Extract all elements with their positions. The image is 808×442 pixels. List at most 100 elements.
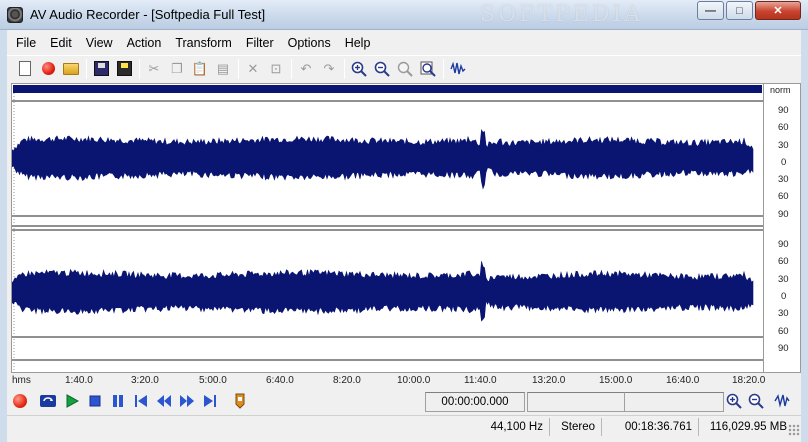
zoom-in-transport-button[interactable] [725, 392, 743, 410]
paste-mix-button[interactable]: ▤ [213, 59, 233, 79]
new-file-icon [19, 61, 31, 76]
zoom-full-icon [420, 61, 436, 77]
scale-label-ch1-6: 90 [778, 209, 789, 220]
go-to-start-button[interactable] [132, 392, 150, 410]
play-button[interactable] [63, 392, 81, 410]
cut-button[interactable]: ✂ [144, 59, 164, 79]
go-to-end-button[interactable] [201, 392, 219, 410]
client-area: File Edit View Action Transform Filter O… [7, 30, 801, 442]
effects-button[interactable] [448, 59, 468, 79]
new-file-button[interactable] [15, 59, 35, 79]
channels-status: Stereo [550, 418, 602, 436]
menu-view[interactable]: View [79, 34, 120, 52]
toolbar-separator [238, 58, 239, 79]
loop-icon [40, 395, 56, 407]
time-tick-label: 15:00.0 [599, 375, 633, 386]
fit-waveform-button[interactable] [773, 392, 791, 410]
time-unit-label: hms [12, 375, 31, 386]
scale-label-ch2-6: 90 [778, 343, 789, 354]
waveform-left-channel [12, 128, 754, 190]
rewind-button[interactable] [155, 392, 173, 410]
zoom-out-transport-button[interactable] [747, 392, 765, 410]
menu-filter[interactable]: Filter [239, 34, 281, 52]
time-tick-label: 16:40.0 [666, 375, 700, 386]
menu-help[interactable]: Help [338, 34, 378, 52]
save-button[interactable] [91, 59, 111, 79]
minimize-button[interactable]: — [697, 1, 724, 20]
waveform-panel[interactable] [11, 83, 764, 373]
softpedia-watermark: SOFTPEDIA [480, 2, 644, 27]
scale-label-ch2-3: 0 [781, 291, 787, 302]
time-tick-label: 5:00.0 [199, 375, 227, 386]
scale-label-ch1-4: 30 [778, 174, 789, 185]
record-button[interactable] [38, 59, 58, 79]
toolbar-separator [291, 58, 292, 79]
zoom-out-icon [374, 61, 390, 77]
menu-file[interactable]: File [9, 34, 43, 52]
fast-forward-button[interactable] [178, 392, 196, 410]
go-to-start-icon [135, 395, 147, 407]
scale-label-ch1-0: 90 [778, 105, 789, 116]
duration-status: 00:18:36.761 [602, 418, 699, 436]
delete-button[interactable]: ✕ [243, 59, 263, 79]
time-tick-label: 10:00.0 [397, 375, 431, 386]
record-icon [13, 394, 27, 408]
undo-icon: ↶ [300, 60, 312, 76]
toolbar: ✂ ❐ 📋 ▤ ✕ ⊡ ↶ ↷ [7, 55, 801, 81]
pause-button[interactable] [109, 392, 127, 410]
toolbar-separator [443, 58, 444, 79]
scale-label-ch1-2: 30 [778, 140, 789, 151]
scale-label-ch1-3: 0 [781, 157, 787, 168]
scale-norm-label: norm [770, 85, 791, 95]
waveform-svg[interactable] [12, 93, 763, 372]
zoom-full-button[interactable] [418, 59, 438, 79]
menu-edit[interactable]: Edit [43, 34, 79, 52]
amplitude-scale: norm 90 60 30 0 30 60 90 90 60 30 0 30 6… [764, 83, 801, 373]
redo-icon: ↷ [323, 60, 335, 76]
zoom-in-icon [726, 393, 742, 409]
zoom-in-button[interactable] [349, 59, 369, 79]
paste-button[interactable]: 📋 [190, 59, 210, 79]
menu-action[interactable]: Action [120, 34, 169, 52]
time-tick-label: 1:40.0 [65, 375, 93, 386]
app-icon[interactable] [7, 7, 23, 23]
scale-label-ch2-0: 90 [778, 239, 789, 250]
open-folder-icon [63, 62, 79, 75]
delete-icon: ✕ [247, 60, 259, 76]
maximize-button[interactable]: □ [726, 1, 753, 20]
paste-mix-icon: ▤ [216, 60, 230, 76]
overview-bar[interactable] [13, 85, 762, 93]
zoom-out-button[interactable] [372, 59, 392, 79]
copy-button[interactable]: ❐ [167, 59, 187, 79]
open-button[interactable] [61, 59, 81, 79]
zoom-selection-icon [397, 61, 413, 77]
zoom-in-icon [351, 61, 367, 77]
window-title: AV Audio Recorder - [Softpedia Full Test… [30, 7, 266, 22]
marker-button[interactable] [231, 392, 249, 410]
time-ruler[interactable]: hms 1:40.0 3:20.0 5:00.0 6:40.0 8:20.0 1… [7, 373, 801, 389]
scale-label-ch2-2: 30 [778, 274, 789, 285]
fast-forward-icon [180, 395, 194, 407]
save-as-button[interactable] [114, 59, 134, 79]
save-as-icon [116, 61, 132, 76]
resize-grip[interactable] [788, 424, 800, 436]
loop-button[interactable] [39, 392, 57, 410]
scale-label-ch1-1: 60 [778, 122, 789, 133]
zoom-selection-button[interactable] [395, 59, 415, 79]
menu-transform[interactable]: Transform [168, 34, 239, 52]
stop-button[interactable] [86, 392, 104, 410]
redo-button[interactable]: ↷ [319, 59, 339, 79]
record-icon [41, 62, 55, 75]
scale-label-ch1-5: 60 [778, 191, 789, 202]
toolbar-separator [139, 58, 140, 79]
time-tick-label: 6:40.0 [266, 375, 294, 386]
free-space-status: 116,029.95 MB [709, 421, 787, 433]
record-transport-button[interactable] [11, 392, 29, 410]
menu-options[interactable]: Options [281, 34, 338, 52]
close-button[interactable]: ✕ [755, 1, 801, 20]
position-time-display: 00:00:00.000 [425, 392, 525, 412]
trim-button[interactable]: ⊡ [266, 59, 286, 79]
menu-bar: File Edit View Action Transform Filter O… [7, 32, 377, 54]
zoom-out-icon [748, 393, 764, 409]
undo-button[interactable]: ↶ [296, 59, 316, 79]
